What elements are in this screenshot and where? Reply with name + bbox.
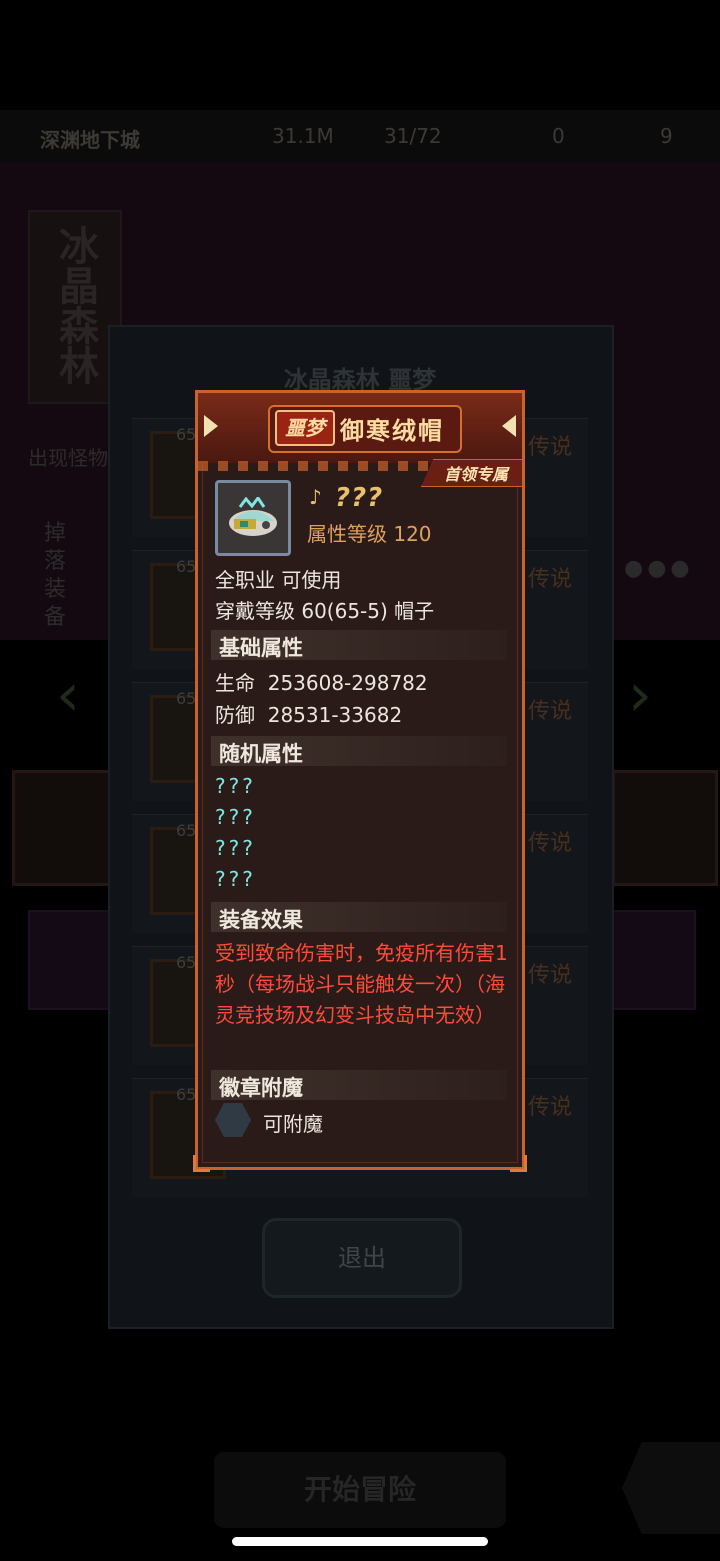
- enchant-label: 可附魔: [263, 1112, 323, 1136]
- exit-button[interactable]: 退出: [262, 1218, 462, 1298]
- random-attribute: ???: [215, 867, 256, 891]
- hp-stat: 生命 253608-298782: [215, 671, 428, 695]
- attribute-level: 属性等级 120: [307, 522, 432, 546]
- more-dots-icon[interactable]: ●●●: [624, 556, 694, 581]
- zone-banner-text: 冰晶森林: [52, 225, 98, 385]
- item-name: 御寒绒帽: [340, 417, 444, 445]
- item-rarity: 传说: [528, 435, 573, 460]
- gold-count: 31.1M: [272, 124, 334, 148]
- item-level: 65: [176, 953, 197, 972]
- home-indicator[interactable]: [232, 1537, 488, 1546]
- random-attribute: ???: [215, 774, 256, 798]
- corner-ornament: [193, 1155, 210, 1172]
- dungeon-name: 深渊地下城: [40, 128, 140, 152]
- item-rarity: 传说: [528, 1095, 573, 1120]
- background-frame-right: [612, 770, 718, 886]
- wear-level: 穿戴等级 60(65-5) 帽子: [215, 599, 435, 623]
- difficulty-badge: 噩梦: [275, 410, 335, 446]
- item-rarity: 传说: [528, 963, 573, 988]
- unknown-item-name: ???: [335, 483, 384, 513]
- usable-classes: 全职业 可使用: [215, 568, 342, 592]
- helmet-icon: [229, 497, 277, 536]
- item-rarity: 传说: [528, 567, 573, 592]
- item-level: 65: [176, 557, 197, 576]
- boss-exclusive-tag: 首领专属: [421, 459, 523, 487]
- item-rarity: 传说: [528, 699, 573, 724]
- arrow-left-icon[interactable]: ‹: [56, 660, 80, 730]
- header-right-ornament-icon: [502, 415, 516, 437]
- skill-slot-right[interactable]: [608, 910, 696, 1010]
- unknown-symbol-icon: ♪: [309, 485, 322, 509]
- start-adventure-button[interactable]: 开始冒险: [214, 1452, 506, 1528]
- item-level: 65: [176, 425, 197, 444]
- item-tooltip-card: 噩梦 御寒绒帽 首领专属 ♪ ??? 属性等级 120 全职业 可使用 穿戴等级…: [193, 390, 527, 1172]
- key-count: 9: [660, 124, 673, 148]
- top-resource-bar: 深渊地下城 31.1M 31/72 0 9: [0, 110, 720, 162]
- header-left-ornament-icon: [204, 415, 218, 437]
- drops-label[interactable]: 掉落装备: [44, 520, 74, 632]
- defense-stat: 防御 28531-33682: [215, 703, 403, 727]
- background-frame-left: [12, 770, 118, 886]
- tooltip-header: 噩梦 御寒绒帽: [198, 393, 522, 471]
- random-attribute: ???: [215, 805, 256, 829]
- item-icon: [215, 480, 291, 556]
- random-attributes-header: 随机属性: [211, 736, 507, 766]
- base-attributes-header: 基础属性: [211, 630, 507, 660]
- ticket-count: 0: [552, 124, 565, 148]
- item-rarity: 传说: [528, 831, 573, 856]
- corner-ornament: [510, 1155, 527, 1172]
- arrow-right-icon[interactable]: ›: [628, 660, 652, 730]
- skill-slot-left[interactable]: [28, 910, 116, 1010]
- stamina-count: 31/72: [384, 124, 442, 148]
- boss-tag-label: 首领专属: [444, 465, 509, 484]
- random-attributes-title: 随机属性: [219, 742, 303, 766]
- random-attribute: ???: [215, 836, 256, 860]
- item-level: 65: [176, 689, 197, 708]
- equipment-effect-text: 受到致命伤害时，免疫所有伤害1秒（每场战斗只能触发一次）（海灵竞技场及幻变斗技岛…: [215, 941, 508, 1027]
- monsters-label[interactable]: 出现怪物: [28, 442, 108, 471]
- item-level: 65: [176, 821, 197, 840]
- equipment-effect-header: 装备效果: [211, 902, 507, 932]
- share-icon[interactable]: [622, 1442, 720, 1534]
- equipment-effect-title: 装备效果: [219, 908, 303, 932]
- item-level: 65: [176, 1085, 197, 1104]
- base-attributes-title: 基础属性: [219, 636, 303, 660]
- badge-enchant-header: 徽章附魔: [211, 1070, 507, 1100]
- badge-enchant-title: 徽章附魔: [219, 1076, 303, 1100]
